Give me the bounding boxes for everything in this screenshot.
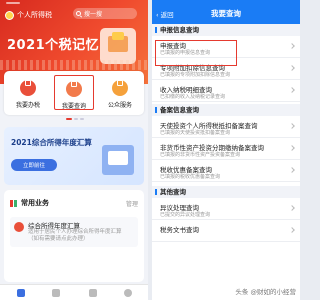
home-icon[interactable] <box>17 289 25 297</box>
app-name: 个人所得税 <box>17 11 52 19</box>
chevron-right-icon <box>289 227 295 233</box>
emblem-icon <box>5 10 14 20</box>
search-icon <box>76 11 81 16</box>
row-tax-preference[interactable]: 税收优惠备案查询 已填报的税收优惠备案查询 <box>152 160 300 182</box>
query-screen: ‹ 返回 我要查询 申报信息查询 申报查询 已填报的申报信息查询 专项附加扣除信… <box>152 0 300 300</box>
row-tax-documents[interactable]: 税务文书查询 <box>152 220 300 242</box>
chevron-right-icon <box>289 167 295 173</box>
status-bar <box>6 2 20 4</box>
public-service-label: 公众服务 <box>107 102 132 109</box>
promo-go-button[interactable]: 立即前往 <box>11 159 57 171</box>
chevron-right-icon <box>289 205 295 211</box>
search-input[interactable]: 搜一搜 <box>73 8 137 19</box>
tax-service-button[interactable]: 我要办税 <box>8 75 48 110</box>
highlight-box <box>155 40 237 66</box>
watermark: 头条 @财如的小经营 <box>235 288 296 296</box>
grid-icon <box>10 199 17 207</box>
common-business-header: 常用业务 <box>10 198 49 208</box>
chevron-right-icon <box>289 87 295 93</box>
manage-link[interactable]: 管理 <box>126 199 138 208</box>
query-button[interactable]: 我要查询 <box>54 75 94 110</box>
carousel-indicator <box>66 118 84 120</box>
tax-service-icon <box>20 80 36 96</box>
row-desc: 已填报的税收优惠备案查询 <box>160 174 221 180</box>
section-other: 其他查询 <box>152 186 300 198</box>
nav-header: ‹ 返回 我要查询 <box>152 0 300 24</box>
common-business-title: 常用业务 <box>21 199 49 207</box>
pager-dot <box>74 118 78 120</box>
chevron-right-icon <box>289 123 295 129</box>
chevron-right-icon <box>289 65 295 71</box>
service-icon[interactable] <box>52 289 60 297</box>
chevron-right-icon <box>289 145 295 151</box>
section-declaration: 申报信息查询 <box>152 24 300 36</box>
banner-illustration <box>100 28 136 64</box>
query-icon <box>66 81 82 97</box>
banner-title[interactable]: 2021个税记忆 <box>7 34 99 53</box>
pager-dot-active <box>66 118 72 120</box>
annual-settlement-desc: 适用于居民个人办理综合所得年度汇算（如有需要请点此办理） <box>28 229 122 242</box>
row-desc: 已填报的天使投资抵扣备案查询 <box>160 130 231 136</box>
annual-settlement-item[interactable]: 综合所得年度汇算 适用于居民个人办理综合所得年度汇算（如有需要请点此办理） <box>10 217 138 247</box>
row-desc: 已提交的异议处理查询 <box>160 212 211 218</box>
annual-settlement-banner[interactable]: 2021综合所得年度汇算 立即前往 <box>4 127 144 185</box>
promo-title: 2021综合所得年度汇算 <box>11 138 92 147</box>
row-desc: 已填报的专项附加扣除信息查询 <box>160 72 231 78</box>
home-screen: 个人所得税 搜一搜 2021个税记忆 我要办税 我要查询 公众服务 2021综合… <box>0 0 148 300</box>
row-desc: 已填报的非货币性资产投资备案查询 <box>160 152 241 158</box>
user-icon[interactable] <box>124 289 132 297</box>
bottom-tab-bar <box>0 284 148 300</box>
promo-illustration <box>102 145 134 175</box>
pager-dot <box>80 118 84 120</box>
public-service-button[interactable]: 公众服务 <box>100 75 140 110</box>
service-card: 我要办税 我要查询 公众服务 <box>4 71 144 115</box>
query-label: 我要查询 <box>61 103 86 110</box>
row-desc: 已扣缴的收入及纳税记录查询 <box>160 94 226 100</box>
page-title: 我要查询 <box>211 9 241 18</box>
doc-icon[interactable] <box>89 289 97 297</box>
public-service-icon <box>112 80 128 96</box>
row-objection[interactable]: 异议处理查询 已提交的异议处理查询 <box>152 198 300 220</box>
row-angel-investment[interactable]: 天使投资个人所得税抵扣备案查询 已填报的天使投资抵扣备案查询 <box>152 116 300 138</box>
banner-decoration <box>0 60 148 70</box>
row-title: 税务文书查询 <box>160 226 199 234</box>
row-income-detail[interactable]: 收入纳税明细查询 已扣缴的收入及纳税记录查询 <box>152 80 300 102</box>
common-business-card: 常用业务 管理 综合所得年度汇算 适用于居民个人办理综合所得年度汇算（如有需要请… <box>4 190 144 282</box>
search-placeholder: 搜一搜 <box>84 11 103 18</box>
app-brand: 个人所得税 <box>5 10 52 20</box>
annual-settlement-icon <box>14 222 24 232</box>
row-non-monetary-asset[interactable]: 非货币性资产投资分期缴纳备案查询 已填报的非货币性资产投资备案查询 <box>152 138 300 160</box>
tax-service-label: 我要办税 <box>15 102 40 109</box>
section-filing: 备案信息查询 <box>152 104 300 116</box>
chevron-right-icon <box>289 43 295 49</box>
